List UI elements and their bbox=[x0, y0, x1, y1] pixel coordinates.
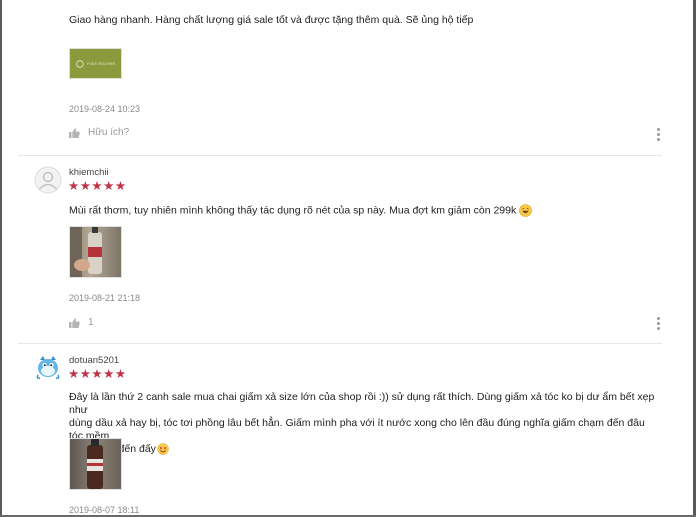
review-comment-line: dùng dầu xả hay bị, tóc tơi phồng lâu bế… bbox=[69, 417, 645, 442]
review-date: 2019-08-21 21:18 bbox=[69, 293, 141, 303]
rating-stars: ★★★★★ bbox=[68, 367, 127, 381]
review-comment-text: Mùi rất thơm, tuy nhiên mình không thấy … bbox=[69, 204, 517, 217]
more-options-button[interactable] bbox=[657, 128, 660, 143]
helpful-button[interactable]: Hữu ích? bbox=[69, 127, 129, 138]
review-username: dotuan5201 bbox=[69, 355, 120, 366]
brand-logo: YVES ROCHER bbox=[75, 59, 116, 68]
review-photo[interactable] bbox=[69, 226, 122, 278]
review-date: 2019-08-07 18:11 bbox=[69, 505, 140, 515]
review-comment: Mùi rất thơm, tuy nhiên mình không thấy … bbox=[69, 204, 532, 217]
default-avatar-icon bbox=[34, 166, 62, 194]
thumb-up-icon bbox=[69, 317, 80, 328]
review-comment-line-3: như nước đến đấy bbox=[69, 443, 659, 456]
helpful-count: 1 bbox=[88, 317, 94, 328]
helpful-button[interactable]: 1 bbox=[69, 317, 94, 328]
review-comment: Đây là lần thứ 2 canh sale mua chai giấm… bbox=[69, 391, 659, 456]
cartoon-avatar-icon bbox=[34, 353, 62, 381]
review-date: 2019-08-24 10:23 bbox=[69, 104, 141, 114]
grin-emoji-icon bbox=[519, 204, 532, 217]
review-comment: Giao hàng nhanh. Hàng chất lượng giá sal… bbox=[69, 14, 474, 26]
review-username: khiemchii bbox=[69, 167, 109, 178]
window-border-left bbox=[0, 0, 2, 517]
review-divider bbox=[18, 343, 662, 344]
brand-logo-text: YVES ROCHER bbox=[86, 61, 116, 66]
review-divider bbox=[18, 155, 662, 156]
helpful-label: Hữu ích? bbox=[88, 127, 130, 138]
more-options-button[interactable] bbox=[657, 317, 660, 332]
heart-eyes-emoji-icon bbox=[157, 443, 169, 455]
product-bottle-image bbox=[70, 227, 102, 277]
product-bottle-image bbox=[87, 439, 103, 489]
rating-stars: ★★★★★ bbox=[68, 179, 127, 193]
review-comment-line: Đây là lần thứ 2 canh sale mua chai giấm… bbox=[69, 391, 655, 416]
review-photo[interactable]: YVES ROCHER bbox=[69, 48, 122, 79]
leaf-icon bbox=[75, 59, 84, 68]
review-photo[interactable] bbox=[69, 438, 122, 490]
thumb-up-icon bbox=[69, 127, 80, 138]
